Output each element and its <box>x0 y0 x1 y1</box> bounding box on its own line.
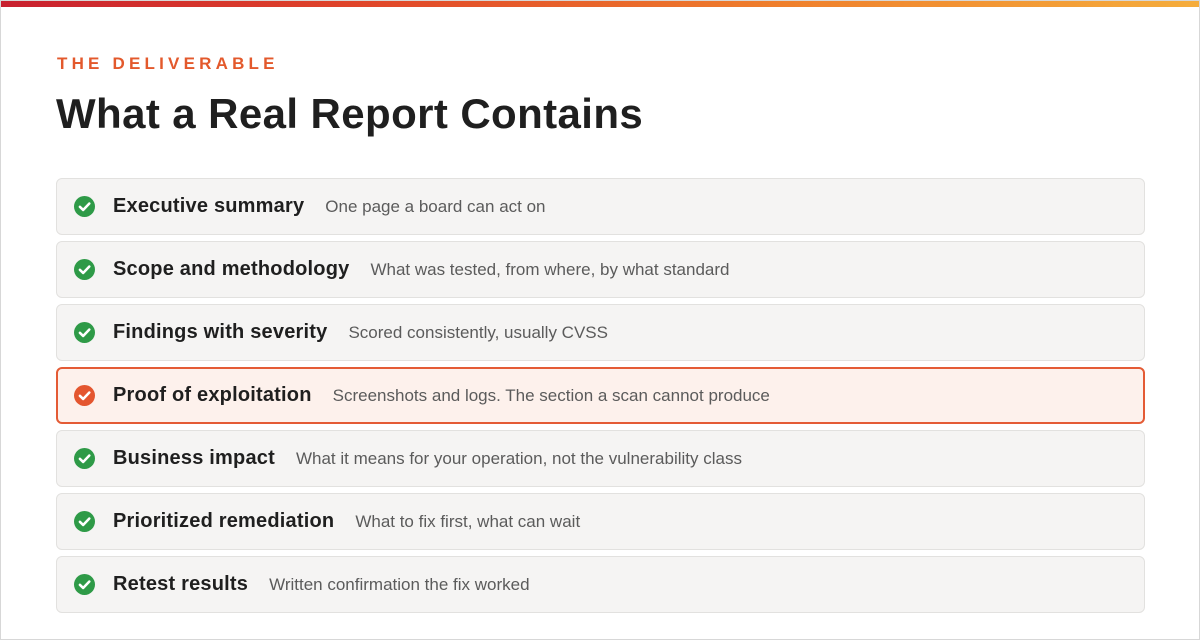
item-description: Screenshots and logs. The section a scan… <box>332 385 770 405</box>
item-label: Proof of exploitation <box>113 384 312 406</box>
item-description: Scored consistently, usually CVSS <box>348 322 608 342</box>
top-accent-bar <box>0 0 1200 7</box>
list-item: Prioritized remediation What to fix firs… <box>56 493 1145 550</box>
list-item: Retest results Written confirmation the … <box>56 556 1145 613</box>
report-contents-list: Executive summary One page a board can a… <box>56 178 1145 613</box>
item-label: Business impact <box>113 447 275 469</box>
check-circle-icon <box>74 511 95 532</box>
item-description: What it means for your operation, not th… <box>295 448 742 468</box>
list-item: Scope and methodology What was tested, f… <box>56 241 1145 298</box>
page-title: What a Real Report Contains <box>56 90 644 137</box>
check-circle-icon <box>74 448 95 469</box>
check-circle-icon <box>74 196 95 217</box>
list-item: Proof of exploitation Screenshots and lo… <box>56 367 1145 424</box>
item-label: Executive summary <box>113 195 305 217</box>
check-circle-icon <box>74 259 95 280</box>
item-description: What was tested, from where, by what sta… <box>370 259 730 279</box>
item-label: Scope and methodology <box>113 258 350 280</box>
item-description: Written confirmation the fix worked <box>269 574 530 594</box>
check-circle-icon <box>74 574 95 595</box>
item-description: One page a board can act on <box>325 196 546 216</box>
check-circle-icon <box>74 385 95 406</box>
item-label: Retest results <box>113 573 249 595</box>
item-label: Findings with severity <box>113 321 328 343</box>
list-item: Executive summary One page a board can a… <box>56 178 1145 235</box>
list-item: Findings with severity Scored consistent… <box>56 304 1145 361</box>
item-description: What to fix first, what can wait <box>355 511 581 531</box>
section-eyebrow: THE DELIVERABLE <box>57 54 279 73</box>
list-item: Business impact What it means for your o… <box>56 430 1145 487</box>
check-circle-icon <box>74 322 95 343</box>
item-label: Prioritized remediation <box>113 510 335 532</box>
